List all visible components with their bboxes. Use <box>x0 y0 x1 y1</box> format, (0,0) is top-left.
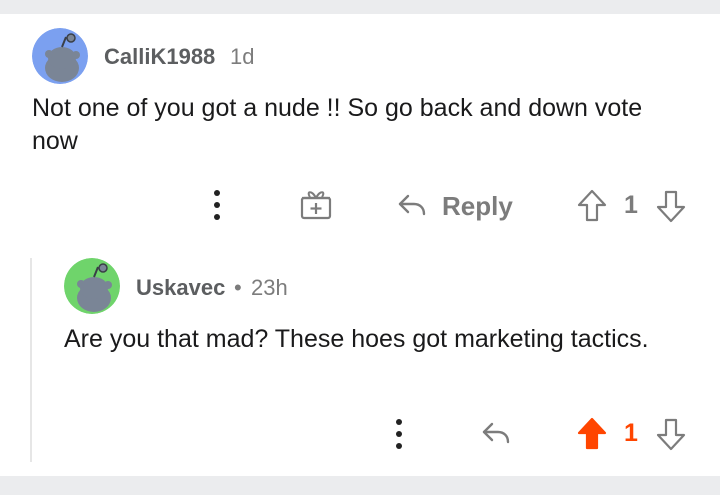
vote-score: 1 <box>624 419 638 447</box>
reply-arrow-icon[interactable] <box>396 190 428 220</box>
user-avatar[interactable] <box>32 28 88 84</box>
meta-separator: • <box>234 275 242 300</box>
more-options-icon[interactable] <box>209 188 225 222</box>
reply-age: 23h <box>251 275 288 300</box>
reply-body: Are you that mad? These hoes got marketi… <box>64 325 649 353</box>
more-options-icon[interactable] <box>391 417 407 451</box>
comment-thread: CalliK1988 1d Not one of you got a nude … <box>0 14 720 476</box>
reply-arrow-icon[interactable] <box>480 418 512 448</box>
snoo-avatar-icon <box>64 258 120 314</box>
user-avatar[interactable] <box>64 258 120 314</box>
comment-body: Not one of you got a nude !! So go back … <box>32 94 643 155</box>
award-gift-icon[interactable] <box>298 186 334 222</box>
reply-username[interactable]: Uskavec <box>136 275 225 301</box>
upvote-active-icon[interactable] <box>576 416 608 452</box>
upvote-icon[interactable] <box>576 188 608 224</box>
downvote-icon[interactable] <box>655 188 687 224</box>
comment-age: 1d <box>230 44 255 69</box>
comment-username[interactable]: CalliK1988 <box>104 44 215 70</box>
reply-button[interactable]: Reply <box>442 191 513 222</box>
downvote-icon[interactable] <box>655 416 687 452</box>
thread-line[interactable] <box>30 258 32 462</box>
vote-score: 1 <box>624 191 638 219</box>
snoo-avatar-icon <box>32 28 88 84</box>
